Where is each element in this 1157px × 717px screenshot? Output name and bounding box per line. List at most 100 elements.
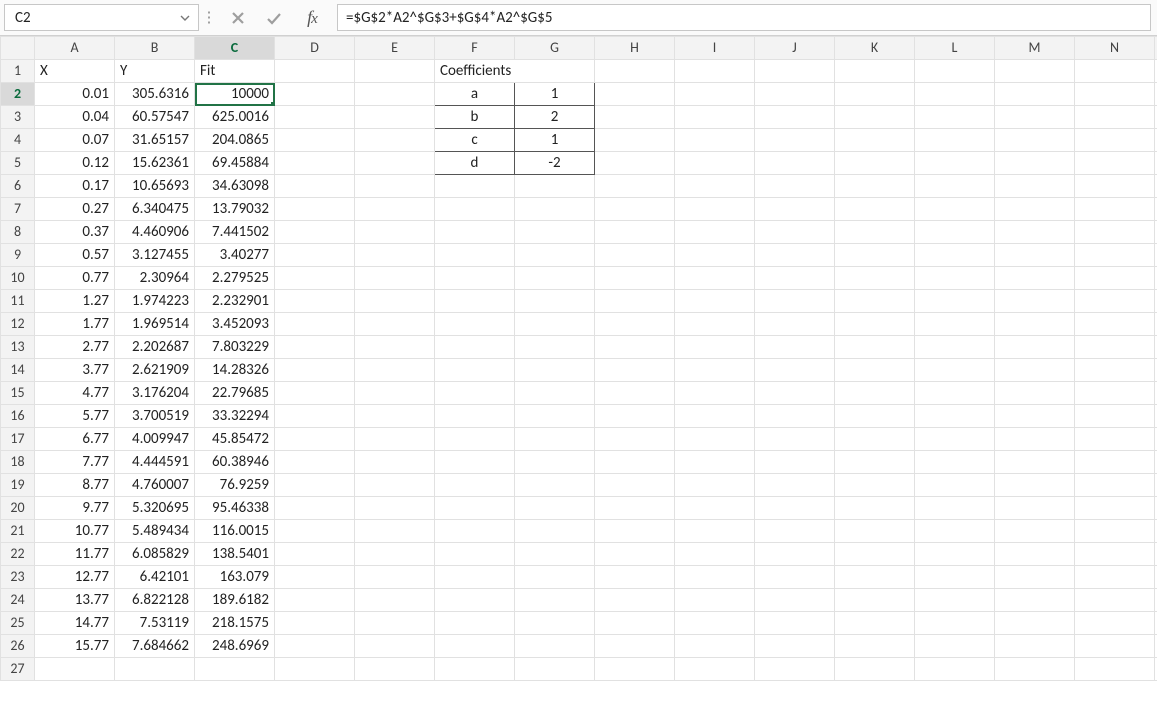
row-header-3[interactable]: 3 [1,106,35,129]
cell[interactable] [995,221,1075,244]
cell[interactable]: 5.320695 [115,497,195,520]
cell[interactable] [115,658,195,681]
cell[interactable] [1075,267,1155,290]
cell[interactable]: 7.803229 [195,336,275,359]
cell[interactable] [1075,566,1155,589]
cell[interactable] [1075,152,1155,175]
cell[interactable] [755,359,835,382]
cell[interactable] [355,566,435,589]
cell[interactable] [915,221,995,244]
cell[interactable] [355,612,435,635]
name-box[interactable]: C2 [4,4,199,31]
cell[interactable]: 8.77 [35,474,115,497]
cell[interactable]: 3.40277 [195,244,275,267]
cell[interactable] [275,313,355,336]
cell[interactable] [995,474,1075,497]
row-header-6[interactable]: 6 [1,175,35,198]
cell[interactable] [515,290,595,313]
cell[interactable] [595,428,675,451]
cell[interactable] [755,336,835,359]
cell[interactable] [355,313,435,336]
cell[interactable] [515,221,595,244]
row-header-19[interactable]: 19 [1,474,35,497]
cell[interactable] [915,336,995,359]
cell[interactable] [915,451,995,474]
cell[interactable] [995,267,1075,290]
insert-function-icon[interactable]: fx [299,7,325,29]
cell[interactable] [755,83,835,106]
cell[interactable] [275,658,355,681]
cell[interactable] [755,589,835,612]
cell[interactable]: 60.38946 [195,451,275,474]
cell[interactable]: c [435,129,515,152]
row-header-12[interactable]: 12 [1,313,35,336]
cell[interactable]: 11.77 [35,543,115,566]
cell[interactable] [915,152,995,175]
cell[interactable] [1075,359,1155,382]
cell[interactable] [435,428,515,451]
cell[interactable]: 0.01 [35,83,115,106]
cell[interactable] [355,428,435,451]
cell[interactable] [275,152,355,175]
row-header-18[interactable]: 18 [1,451,35,474]
cell[interactable] [995,198,1075,221]
cell[interactable] [835,566,915,589]
cell[interactable] [595,635,675,658]
cell[interactable]: 12.77 [35,566,115,589]
cell[interactable]: 248.6969 [195,635,275,658]
row-header-17[interactable]: 17 [1,428,35,451]
cell[interactable] [755,658,835,681]
cell[interactable] [595,129,675,152]
cell[interactable] [1075,290,1155,313]
cell[interactable] [275,336,355,359]
cell[interactable] [675,589,755,612]
cell[interactable]: 60.57547 [115,106,195,129]
cell[interactable]: 189.6182 [195,589,275,612]
cell[interactable] [595,382,675,405]
cell[interactable] [595,336,675,359]
cell[interactable] [915,106,995,129]
row-header-10[interactable]: 10 [1,267,35,290]
cell[interactable] [1075,520,1155,543]
row-header-15[interactable]: 15 [1,382,35,405]
cell[interactable] [275,175,355,198]
column-header-C[interactable]: C [195,37,275,60]
cell[interactable] [275,244,355,267]
cell[interactable] [835,336,915,359]
cell[interactable] [915,60,995,83]
cell[interactable] [835,244,915,267]
cell[interactable] [835,497,915,520]
cell[interactable] [595,198,675,221]
cell[interactable] [435,520,515,543]
cell[interactable] [275,474,355,497]
cell[interactable] [515,658,595,681]
cell[interactable] [675,221,755,244]
cell[interactable] [675,405,755,428]
cell[interactable] [595,267,675,290]
cell[interactable] [835,175,915,198]
cell[interactable]: 15.77 [35,635,115,658]
cell[interactable]: 14.28326 [195,359,275,382]
cell[interactable] [915,428,995,451]
cell[interactable] [675,336,755,359]
cell[interactable] [675,520,755,543]
cell[interactable]: 625.0016 [195,106,275,129]
cell[interactable] [755,451,835,474]
cell[interactable] [275,451,355,474]
cell[interactable] [435,244,515,267]
chevron-down-icon[interactable] [178,11,192,25]
cell[interactable]: 22.79685 [195,382,275,405]
cell[interactable]: 6.77 [35,428,115,451]
cell[interactable] [275,428,355,451]
row-header-20[interactable]: 20 [1,497,35,520]
row-header-24[interactable]: 24 [1,589,35,612]
cancel-icon[interactable] [227,7,249,29]
cell[interactable] [755,382,835,405]
cell[interactable]: 0.07 [35,129,115,152]
cell[interactable] [435,382,515,405]
cell[interactable] [515,336,595,359]
cell[interactable]: 10.65693 [115,175,195,198]
cell[interactable] [355,129,435,152]
cell[interactable] [275,290,355,313]
cell[interactable] [435,658,515,681]
